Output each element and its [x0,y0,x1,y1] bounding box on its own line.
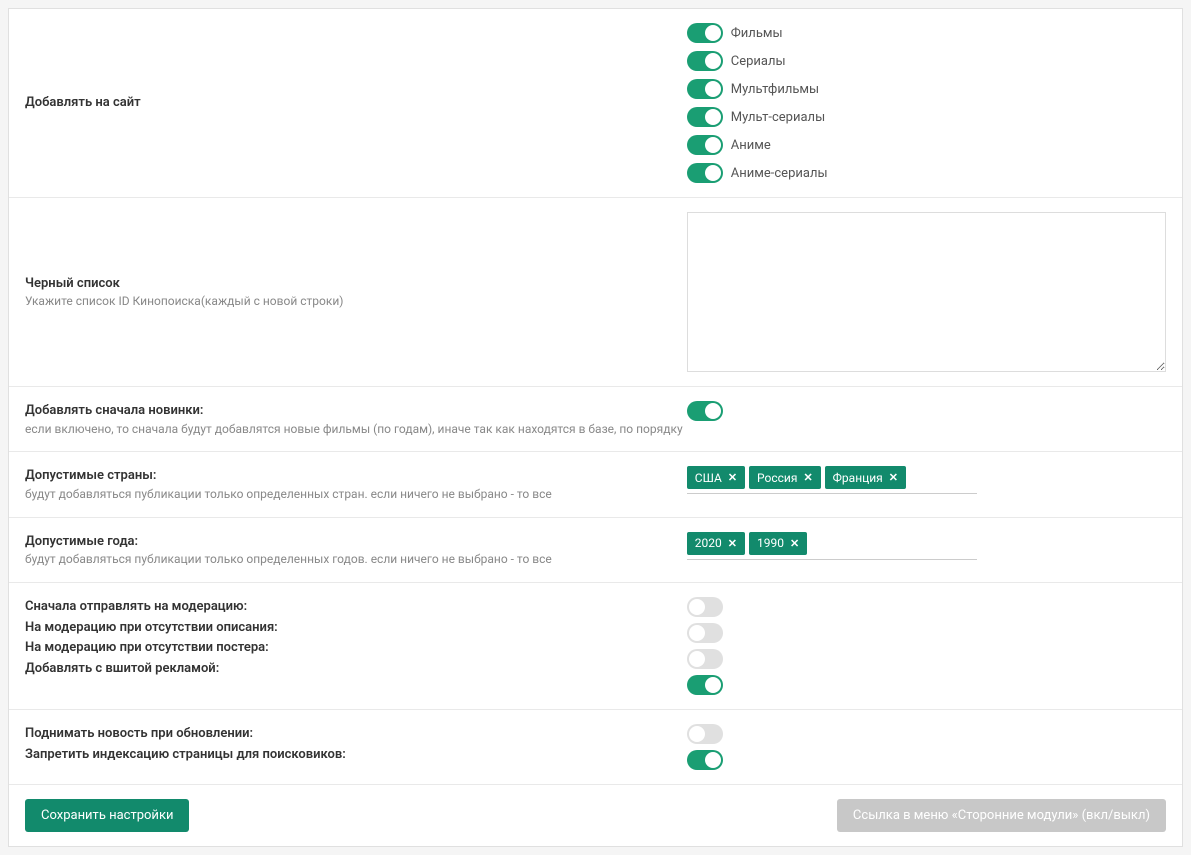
country-tag-label: США [695,471,722,485]
noindex-label: Запретить индексацию страницы для поиско… [25,745,687,766]
toggle-item-anime-series: Аниме-сериалы [687,163,1166,183]
series-label: Сериалы [731,54,786,69]
anime-series-label: Аниме-сериалы [731,166,828,181]
noindex-toggle[interactable] [687,750,723,770]
embedded-ads-label: Добавлять с вшитой рекламой: [25,659,687,680]
cartoon-series-toggle[interactable] [687,107,723,127]
toggle-item-films: Фильмы [687,23,1166,43]
new-first-sub: если включено, то сначала будут добавлят… [25,421,687,438]
country-tag-label: Россия [757,471,797,485]
years-tags[interactable]: 2020 ✕ 1990 ✕ [687,532,977,560]
toggle-item-anime: Аниме [687,135,1166,155]
year-tag-label: 2020 [695,536,722,550]
countries-sub: будут добавляться публикации только опре… [25,486,687,503]
row-years: Допустимые года: будут добавляться публи… [9,518,1182,583]
country-tag-label: Франция [833,471,883,485]
row-new-first: Добавлять сначала новинки: если включено… [9,387,1182,452]
row-moderation: Сначала отправлять на модерацию:На модер… [9,583,1182,710]
bump-on-update-toggle[interactable] [687,724,723,744]
countries-label: Допустимые страны: [25,466,687,486]
new-first-label: Добавлять сначала новинки: [25,401,687,421]
films-label: Фильмы [731,26,783,41]
anime-label: Аниме [731,138,771,153]
cartoon-series-label: Мульт-сериалы [731,110,825,125]
add-to-site-label: Добавлять на сайт [25,93,687,113]
year-tag: 1990 ✕ [749,532,807,555]
row-updates: Поднимать новость при обновлении:Запрети… [9,710,1182,785]
anime-toggle[interactable] [687,135,723,155]
moderation-no-poster-toggle[interactable] [687,649,723,669]
year-tag: 2020 ✕ [687,532,745,555]
close-icon[interactable]: ✕ [728,471,737,484]
years-label: Допустимые года: [25,532,687,552]
row-add-to-site: Добавлять на сайт Фильмы Сериалы Мультфиль… [9,9,1182,198]
blacklist-label: Черный список [25,274,687,294]
footer: Сохранить настройки Ссылка в меню «Сторо… [9,785,1182,846]
close-icon[interactable]: ✕ [790,537,799,550]
moderation-first-label: Сначала отправлять на модерацию: [25,597,687,618]
blacklist-textarea[interactable] [687,212,1166,372]
years-sub: будут добавляться публикации только опре… [25,551,687,568]
save-button[interactable]: Сохранить настройки [25,799,189,832]
close-icon[interactable]: ✕ [889,471,898,484]
anime-series-toggle[interactable] [687,163,723,183]
close-icon[interactable]: ✕ [803,471,812,484]
close-icon[interactable]: ✕ [728,537,737,550]
cartoons-label: Мультфильмы [731,82,819,97]
moderation-no-desc-label: На модерацию при отсутствии описания: [25,618,687,639]
country-tag: Россия ✕ [749,466,821,489]
settings-panel: Добавлять на сайт Фильмы Сериалы Мультфиль… [8,8,1183,847]
toggle-item-cartoon-series: Мульт-сериалы [687,107,1166,127]
blacklist-sub: Укажите список ID Кинопоиска(каждый с но… [25,293,687,310]
row-blacklist: Черный список Укажите список ID Кинопоис… [9,198,1182,387]
toggle-item-series: Сериалы [687,51,1166,71]
new-first-toggle[interactable] [687,401,723,421]
toggle-item-cartoons: Мультфильмы [687,79,1166,99]
cartoons-toggle[interactable] [687,79,723,99]
countries-tags[interactable]: США ✕ Россия ✕ Франция ✕ [687,466,977,494]
moderation-no-poster-label: На модерацию при отсутствии постера: [25,638,687,659]
bump-on-update-label: Поднимать новость при обновлении: [25,724,687,745]
moderation-first-toggle[interactable] [687,597,723,617]
moderation-no-desc-toggle[interactable] [687,623,723,643]
row-countries: Допустимые страны: будут добавляться пуб… [9,452,1182,517]
year-tag-label: 1990 [757,536,784,550]
country-tag: США ✕ [687,466,745,489]
embedded-ads-toggle[interactable] [687,675,723,695]
series-toggle[interactable] [687,51,723,71]
films-toggle[interactable] [687,23,723,43]
menu-link-button[interactable]: Ссылка в меню «Сторонние модули» (вкл/вы… [837,799,1166,832]
country-tag: Франция ✕ [825,466,906,489]
